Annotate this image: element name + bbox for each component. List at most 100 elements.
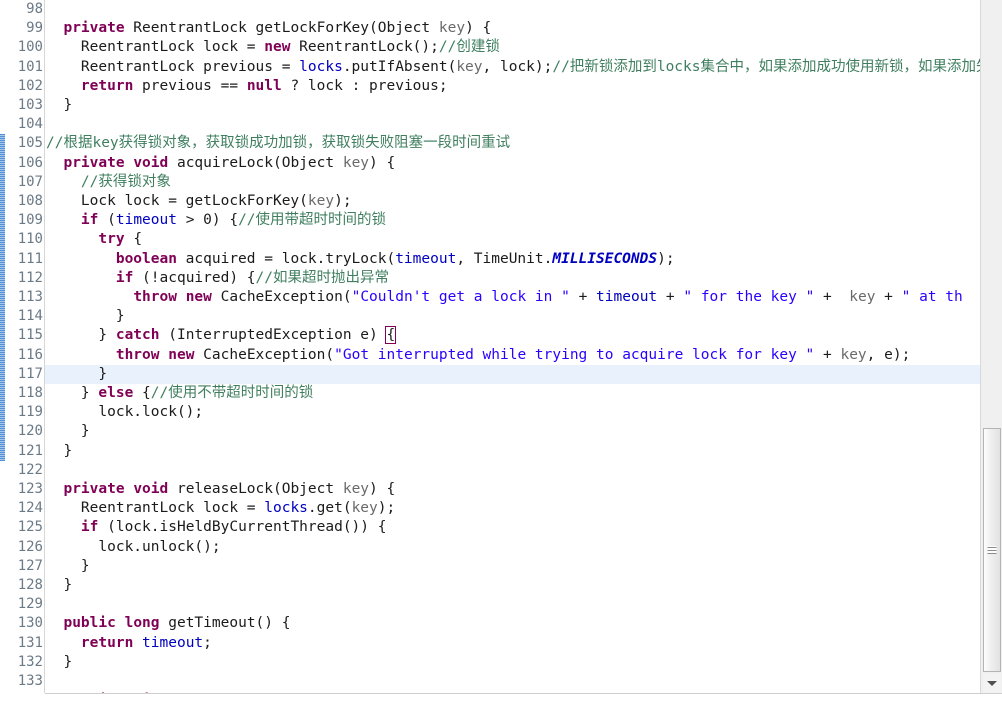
vertical-scrollbar[interactable] — [980, 0, 1002, 693]
code-line-103[interactable]: } — [45, 96, 72, 115]
gutter-line-128[interactable]: 128 — [5, 576, 44, 595]
code-line-112[interactable]: if (!acquired) {//如果超时抛出异常 — [45, 269, 389, 288]
code-line-130[interactable]: public long getTimeout() { — [45, 614, 290, 633]
token-cmt: //创建锁 — [438, 39, 500, 56]
token-plain: .putIfAbsent( — [342, 58, 457, 75]
gutter-line-103[interactable]: 103 — [5, 96, 44, 115]
gutter-line-123[interactable]: 123 — [5, 480, 56, 499]
code-line-100[interactable]: ReentrantLock lock = new ReentrantLock()… — [45, 38, 500, 57]
token-kw: new — [264, 39, 291, 56]
code-line-109[interactable]: if (timeout > 0) {//使用带超时时间的锁 — [45, 211, 386, 230]
code-line-110[interactable]: try { — [45, 230, 142, 249]
gutter-line-110[interactable]: 110 — [5, 230, 44, 249]
code-line-104[interactable] — [45, 115, 46, 134]
gutter-line-99[interactable]: 99 — [5, 19, 56, 38]
gutter-line-126[interactable]: 126 — [5, 538, 44, 557]
gutter-line-109[interactable]: 109 — [5, 211, 44, 230]
gutter-line-117[interactable]: 117 — [5, 365, 44, 384]
token-plain: } — [46, 327, 116, 344]
scroll-down-arrow-icon[interactable] — [983, 674, 1001, 692]
gutter-line-100[interactable]: 100 — [5, 38, 44, 57]
gutter-line-102[interactable]: 102 — [5, 77, 44, 96]
token-prm: key — [456, 58, 483, 75]
code-line-108[interactable]: Lock lock = getLockForKey(key); — [45, 192, 352, 211]
gutter-line-113[interactable]: 113 — [5, 288, 44, 307]
token-plain: } — [46, 365, 108, 382]
code-line-119[interactable]: lock.lock(); — [45, 403, 203, 422]
token-plain: { — [133, 385, 151, 401]
code-line-99[interactable]: private ReentrantLock getLockForKey(Obje… — [45, 19, 491, 38]
gutter-line-116[interactable]: 116 — [5, 346, 44, 365]
code-line-127[interactable]: } — [45, 557, 90, 576]
code-line-126[interactable]: lock.unlock(); — [45, 538, 220, 557]
token-plain: CacheException( — [194, 346, 335, 363]
gutter-line-119[interactable]: 119 — [5, 403, 44, 422]
line-number: 120 — [17, 423, 43, 440]
code-line-text: } — [45, 654, 72, 670]
token-str: "Couldn't get a lock in " — [351, 289, 570, 305]
gutter-line-131[interactable]: 131 — [5, 634, 44, 653]
code-line-114[interactable]: } — [45, 307, 125, 326]
token-plain: (lock.isHeldByCurrentThread()) { — [98, 519, 387, 536]
code-line-131[interactable]: return timeout; — [45, 634, 212, 653]
gutter-line-121[interactable]: 121 — [5, 442, 44, 461]
gutter-line-124[interactable]: 124 — [5, 499, 44, 518]
gutter-line-118[interactable]: 118 — [5, 384, 44, 403]
vertical-scrollbar-thumb[interactable] — [983, 428, 1001, 672]
gutter-line-114[interactable]: 114 — [5, 307, 44, 326]
line-number-gutter[interactable]: 98 99 100 101 102 103 104 105 106 107 108 109 110 111… — [5, 0, 56, 704]
code-line-text: } else {//使用不带超时时间的锁 — [45, 385, 313, 401]
code-line-117[interactable]: } — [45, 365, 107, 384]
gutter-line-115[interactable]: 115 — [5, 326, 44, 345]
code-line-98[interactable] — [45, 0, 46, 19]
code-editor-window: 98 99 100 101 102 103 104 105 106 107 108 109 110 111… — [0, 0, 1002, 704]
code-line-129[interactable] — [45, 595, 46, 614]
gutter-line-133[interactable]: 133 — [5, 672, 44, 691]
code-line-122[interactable] — [45, 461, 46, 480]
gutter-line-107[interactable]: 107 — [5, 173, 44, 192]
gutter-line-130[interactable]: 130 — [5, 614, 56, 633]
gutter-line-120[interactable]: 120 — [5, 422, 44, 441]
gutter-line-125[interactable]: 125 — [5, 518, 44, 537]
gutter-line-127[interactable]: 127 — [5, 557, 44, 576]
code-line-120[interactable]: } — [45, 422, 90, 441]
code-line-133[interactable] — [45, 672, 46, 691]
code-line-102[interactable]: return previous == null ? lock : previou… — [45, 77, 448, 96]
line-number: 102 — [17, 77, 43, 94]
code-line-132[interactable]: } — [45, 653, 72, 672]
code-line-107[interactable]: //获得锁对象 — [45, 173, 171, 192]
line-number: 98 — [26, 1, 43, 17]
token-plain: } — [46, 577, 73, 593]
gutter-line-108[interactable]: 108 — [5, 192, 44, 211]
code-line-115[interactable]: } catch (InterruptedException e) { — [45, 326, 397, 345]
code-line-105[interactable]: //根据key获得锁对象，获取锁成功加锁，获取锁失败阻塞一段时间重试 — [45, 134, 510, 153]
code-line-125[interactable]: if (lock.isHeldByCurrentThread()) { — [45, 518, 387, 537]
gutter-line-112[interactable]: 112 — [5, 269, 44, 288]
code-line-116[interactable]: throw new CacheException("Got interrupte… — [45, 346, 910, 365]
code-line-111[interactable]: boolean acquired = lock.tryLock(timeout,… — [45, 250, 675, 269]
gutter-line-98[interactable]: 98 — [5, 0, 44, 19]
code-line-101[interactable]: ReentrantLock previous = locks.putIfAbse… — [45, 58, 980, 77]
code-line-128[interactable]: } — [45, 576, 72, 595]
bottom-edge-strip — [0, 693, 1002, 704]
gutter-line-132[interactable]: 132 — [5, 653, 44, 672]
gutter-line-106[interactable]: 106 — [5, 154, 56, 173]
line-number: 129 — [17, 596, 43, 613]
token-plain: > 0) { — [176, 212, 239, 229]
code-line-124[interactable]: ReentrantLock lock = locks.get(key); — [45, 499, 395, 518]
gutter-line-105[interactable]: 105 — [5, 134, 44, 153]
code-text-area[interactable]: private ReentrantLock getLockForKey(Obje… — [45, 0, 980, 693]
gutter-line-104[interactable]: 104 — [5, 115, 44, 134]
code-line-121[interactable]: } — [45, 442, 72, 461]
gutter-line-122[interactable]: 122 — [5, 461, 44, 480]
code-line-118[interactable]: } else {//使用不带超时时间的锁 — [45, 384, 313, 403]
gutter-line-111[interactable]: 111 — [5, 250, 44, 269]
code-line-123[interactable]: private void releaseLock(Object key) { — [45, 480, 395, 499]
code-line-113[interactable]: throw new CacheException("Couldn't get a… — [45, 288, 962, 307]
gutter-line-129[interactable]: 129 — [5, 595, 44, 614]
line-number: 118 — [17, 385, 43, 401]
token-cmt: //使用带超时时间的锁 — [238, 212, 387, 229]
gutter-line-101[interactable]: 101 — [5, 58, 44, 77]
code-line-106[interactable]: private void acquireLock(Object key) { — [45, 154, 395, 173]
